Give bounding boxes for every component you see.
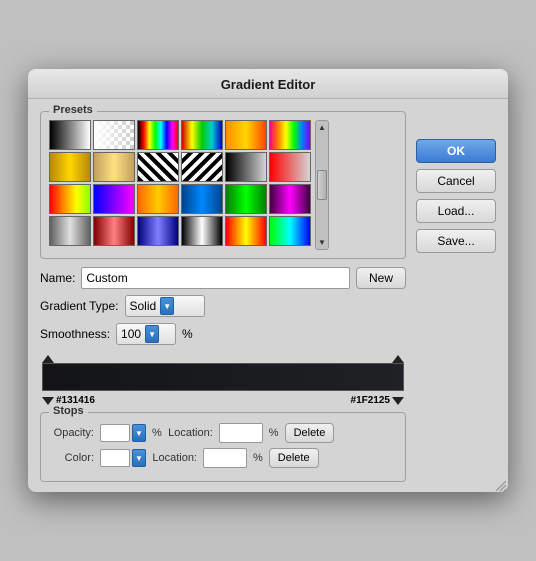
gradient-editor-dialog: Gradient Editor Presets [28,69,508,492]
preset-swatch-13[interactable] [93,184,135,214]
stops-group: Stops Opacity: ▼ % Location: % Delete [40,412,406,482]
opacity-location-unit: % [269,427,279,439]
preset-swatch-20[interactable] [137,216,179,246]
gradient-bar[interactable] [42,363,404,391]
scroll-thumb[interactable] [317,170,327,200]
gradient-type-select[interactable]: Solid ▼ [125,295,205,317]
preset-swatch-15[interactable] [181,184,223,214]
opacity-location-input[interactable] [219,423,263,443]
color-stop-left-marker[interactable] [42,397,54,405]
preset-swatch-3[interactable] [181,120,223,150]
preset-swatch-1[interactable] [93,120,135,150]
name-label: Name: [40,271,75,285]
opacity-row: Opacity: ▼ % Location: % Delete [49,423,397,443]
presets-grid[interactable] [49,120,311,246]
smoothness-label: Smoothness: [40,327,110,341]
cancel-button[interactable]: Cancel [416,169,496,193]
title-bar: Gradient Editor [28,69,508,99]
opacity-stop-right[interactable] [392,355,404,363]
color-location-unit: % [253,452,263,464]
smoothness-arrow[interactable]: ▼ [145,325,159,343]
preset-swatch-21[interactable] [181,216,223,246]
color-stop-right-marker[interactable] [392,397,404,405]
smoothness-row: Smoothness: 100 ▼ % [40,323,406,345]
presets-group: Presets [40,111,406,259]
color-label: Color: [49,452,94,464]
preset-swatch-5[interactable] [269,120,311,150]
preset-swatch-6[interactable] [49,152,91,182]
scroll-up-arrow[interactable]: ▲ [318,123,326,132]
right-buttons: OK Cancel Load... Save... [416,111,496,482]
color-swatch-group: ▼ [100,449,146,467]
opacity-delete-button[interactable]: Delete [285,423,335,443]
color-location-input[interactable] [203,448,247,468]
dialog-title: Gradient Editor [221,77,316,92]
opacity-swatch-group: ▼ [100,424,146,442]
load-button[interactable]: Load... [416,199,496,223]
stops-label: Stops [49,405,88,417]
gradient-type-label: Gradient Type: [40,299,119,313]
color-stop-right-label: #1F2125 [351,395,390,406]
color-stops-row: #131416 #1F2125 [42,393,404,406]
preset-swatch-7[interactable] [93,152,135,182]
preset-swatch-23[interactable] [269,216,311,246]
gradient-type-row: Gradient Type: Solid ▼ [40,295,406,317]
smoothness-value: 100 [121,327,141,341]
scroll-down-arrow[interactable]: ▼ [318,238,326,247]
name-input[interactable] [81,267,350,289]
preset-swatch-18[interactable] [49,216,91,246]
smoothness-select[interactable]: 100 ▼ [116,323,176,345]
color-row: Color: ▼ Location: % Delete [49,448,397,468]
name-row: Name: New [40,267,406,289]
opacity-stop-left[interactable] [42,355,54,363]
resize-handle[interactable] [496,480,506,490]
ok-button[interactable]: OK [416,139,496,163]
preset-swatch-10[interactable] [225,152,267,182]
opacity-location-label: Location: [168,427,213,439]
preset-swatch-4[interactable] [225,120,267,150]
preset-swatch-17[interactable] [269,184,311,214]
preset-swatch-19[interactable] [93,216,135,246]
preset-swatch-8[interactable] [137,152,179,182]
presets-label: Presets [49,104,97,116]
color-dropdown-arrow[interactable]: ▼ [132,449,146,467]
color-location-label: Location: [152,452,197,464]
opacity-stops-row [42,351,404,363]
preset-swatch-2[interactable] [137,120,179,150]
preset-swatch-22[interactable] [225,216,267,246]
presets-scrollbar[interactable]: ▲ ▼ [315,120,329,250]
opacity-unit: % [152,427,162,439]
color-swatch[interactable] [100,449,130,467]
gradient-type-value: Solid [130,299,157,313]
opacity-label: Opacity: [49,427,94,439]
preset-swatch-12[interactable] [49,184,91,214]
save-button[interactable]: Save... [416,229,496,253]
new-button[interactable]: New [356,267,406,289]
preset-swatch-11[interactable] [269,152,311,182]
color-delete-button[interactable]: Delete [269,448,319,468]
preset-swatch-9[interactable] [181,152,223,182]
gradient-type-arrow[interactable]: ▼ [160,297,174,315]
preset-swatch-0[interactable] [49,120,91,150]
gradient-bar-area: #131416 #1F2125 [40,351,406,406]
left-panel: Presets [40,111,406,482]
smoothness-unit: % [182,327,193,341]
opacity-swatch[interactable] [100,424,130,442]
preset-swatch-16[interactable] [225,184,267,214]
preset-swatch-14[interactable] [137,184,179,214]
opacity-dropdown-arrow[interactable]: ▼ [132,424,146,442]
color-stop-right[interactable]: #1F2125 [351,395,404,406]
